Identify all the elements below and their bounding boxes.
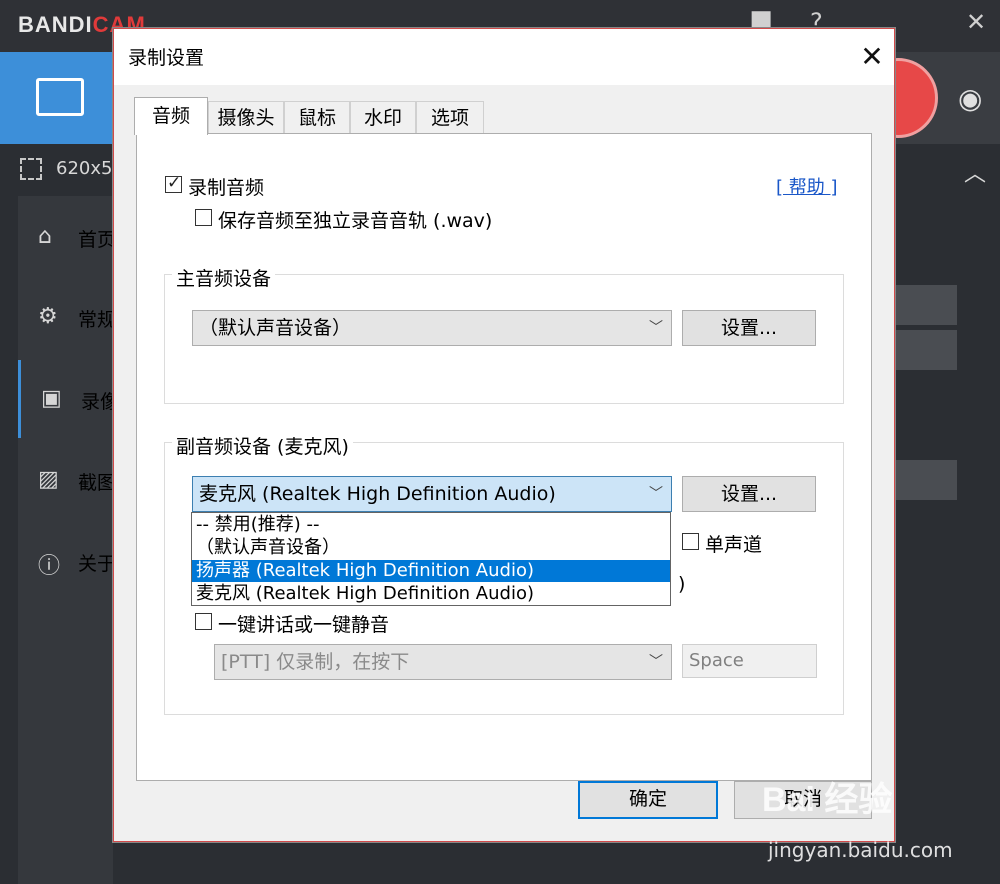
collapse-icon[interactable]: ︿ [964,156,986,188]
hidden-option-fragment: ) [678,573,686,595]
primary-group-title: 主音频设备 [172,264,276,291]
close-icon[interactable]: ✕ [852,37,892,77]
sidebar-item-general[interactable]: ⚙ 常规 [18,278,116,356]
content-bar [895,460,957,500]
save-wav-checkbox[interactable] [195,209,212,226]
secondary-group-title: 副音频设备 (麦克风) [172,432,353,459]
dropdown-option[interactable]: （默认声音设备） [192,537,670,559]
primary-device-select[interactable]: （默认声音设备） ﹀ [192,310,672,346]
dialog-title: 录制设置 [128,47,205,69]
mono-label: 单声道 [705,534,763,556]
dropdown-option-selected[interactable]: 扬声器 (Realtek High Definition Audio) [192,560,670,582]
baidu-watermark: Bai 经验 [762,781,893,819]
size-text: 620x5 [56,158,113,179]
help-link[interactable]: [ 帮助 ] [776,173,838,199]
tab-watermark[interactable]: 水印 [350,101,416,133]
tab-camera[interactable]: 摄像头 [208,101,284,133]
secondary-settings-button[interactable]: 设置... [682,476,816,512]
info-icon: ⓘ [38,554,61,579]
sidebar-item-home[interactable]: ⌂ 首页 [18,198,116,276]
sidebar-item-about[interactable]: ⓘ 关于 [18,522,116,600]
ptt-checkbox[interactable] [195,613,212,630]
primary-settings-button[interactable]: 设置... [682,310,816,346]
chevron-down-icon: ﹀ [649,320,663,336]
ptt-hotkey-field[interactable]: Space [682,644,817,678]
sidebar-item-screenshot[interactable]: ▨ 截图 [18,441,116,519]
content-bar [895,330,957,370]
content-bar [895,285,957,325]
save-wav-label: 保存音频至独立录音音轨 (.wav) [218,210,493,232]
tab-mouse[interactable]: 鼠标 [284,101,350,133]
watermark-url: jingyan.baidu.com [768,838,953,862]
chevron-down-icon: ﹀ [649,654,663,670]
tab-options[interactable]: 选项 [416,101,484,133]
tab-audio[interactable]: 音频 [134,97,208,135]
record-audio-checkbox[interactable] [165,173,182,193]
area-icon [20,158,42,180]
ptt-mode-select[interactable]: [PTT] 仅录制，在按下 ﹀ [214,644,672,680]
settings-dialog: 录制设置 ✕ 音频 摄像头 鼠标 水印 选项 录制音频 保存音频至独立录音音轨 … [113,28,895,842]
chevron-down-icon: ﹀ [649,486,663,502]
mono-checkbox[interactable] [682,533,699,550]
video-settings-icon: ▣ [41,386,62,411]
dropdown-option[interactable]: 麦克风 (Realtek High Definition Audio) [192,583,670,605]
image-icon: ▨ [38,467,59,492]
home-icon: ⌂ [38,224,52,249]
gear-icon: ⚙ [38,304,58,329]
ptt-label: 一键讲话或一键静音 [218,614,390,636]
sidebar-item-video[interactable]: ▣ 录像 [18,360,119,438]
ok-button[interactable]: 确定 [578,781,718,819]
dialog-titlebar [114,29,894,85]
secondary-device-select[interactable]: 麦克风 (Realtek High Definition Audio) ﹀ [192,476,672,512]
record-audio-label: 录制音频 [188,177,265,199]
screen-rect-icon [36,78,84,116]
close-icon[interactable]: ✕ [966,8,986,36]
secondary-device-dropdown: -- 禁用(推荐) -- （默认声音设备） 扬声器 (Realtek High … [191,512,671,606]
camera-icon[interactable]: ◉ [958,82,982,115]
dropdown-option[interactable]: -- 禁用(推荐) -- [192,514,670,536]
